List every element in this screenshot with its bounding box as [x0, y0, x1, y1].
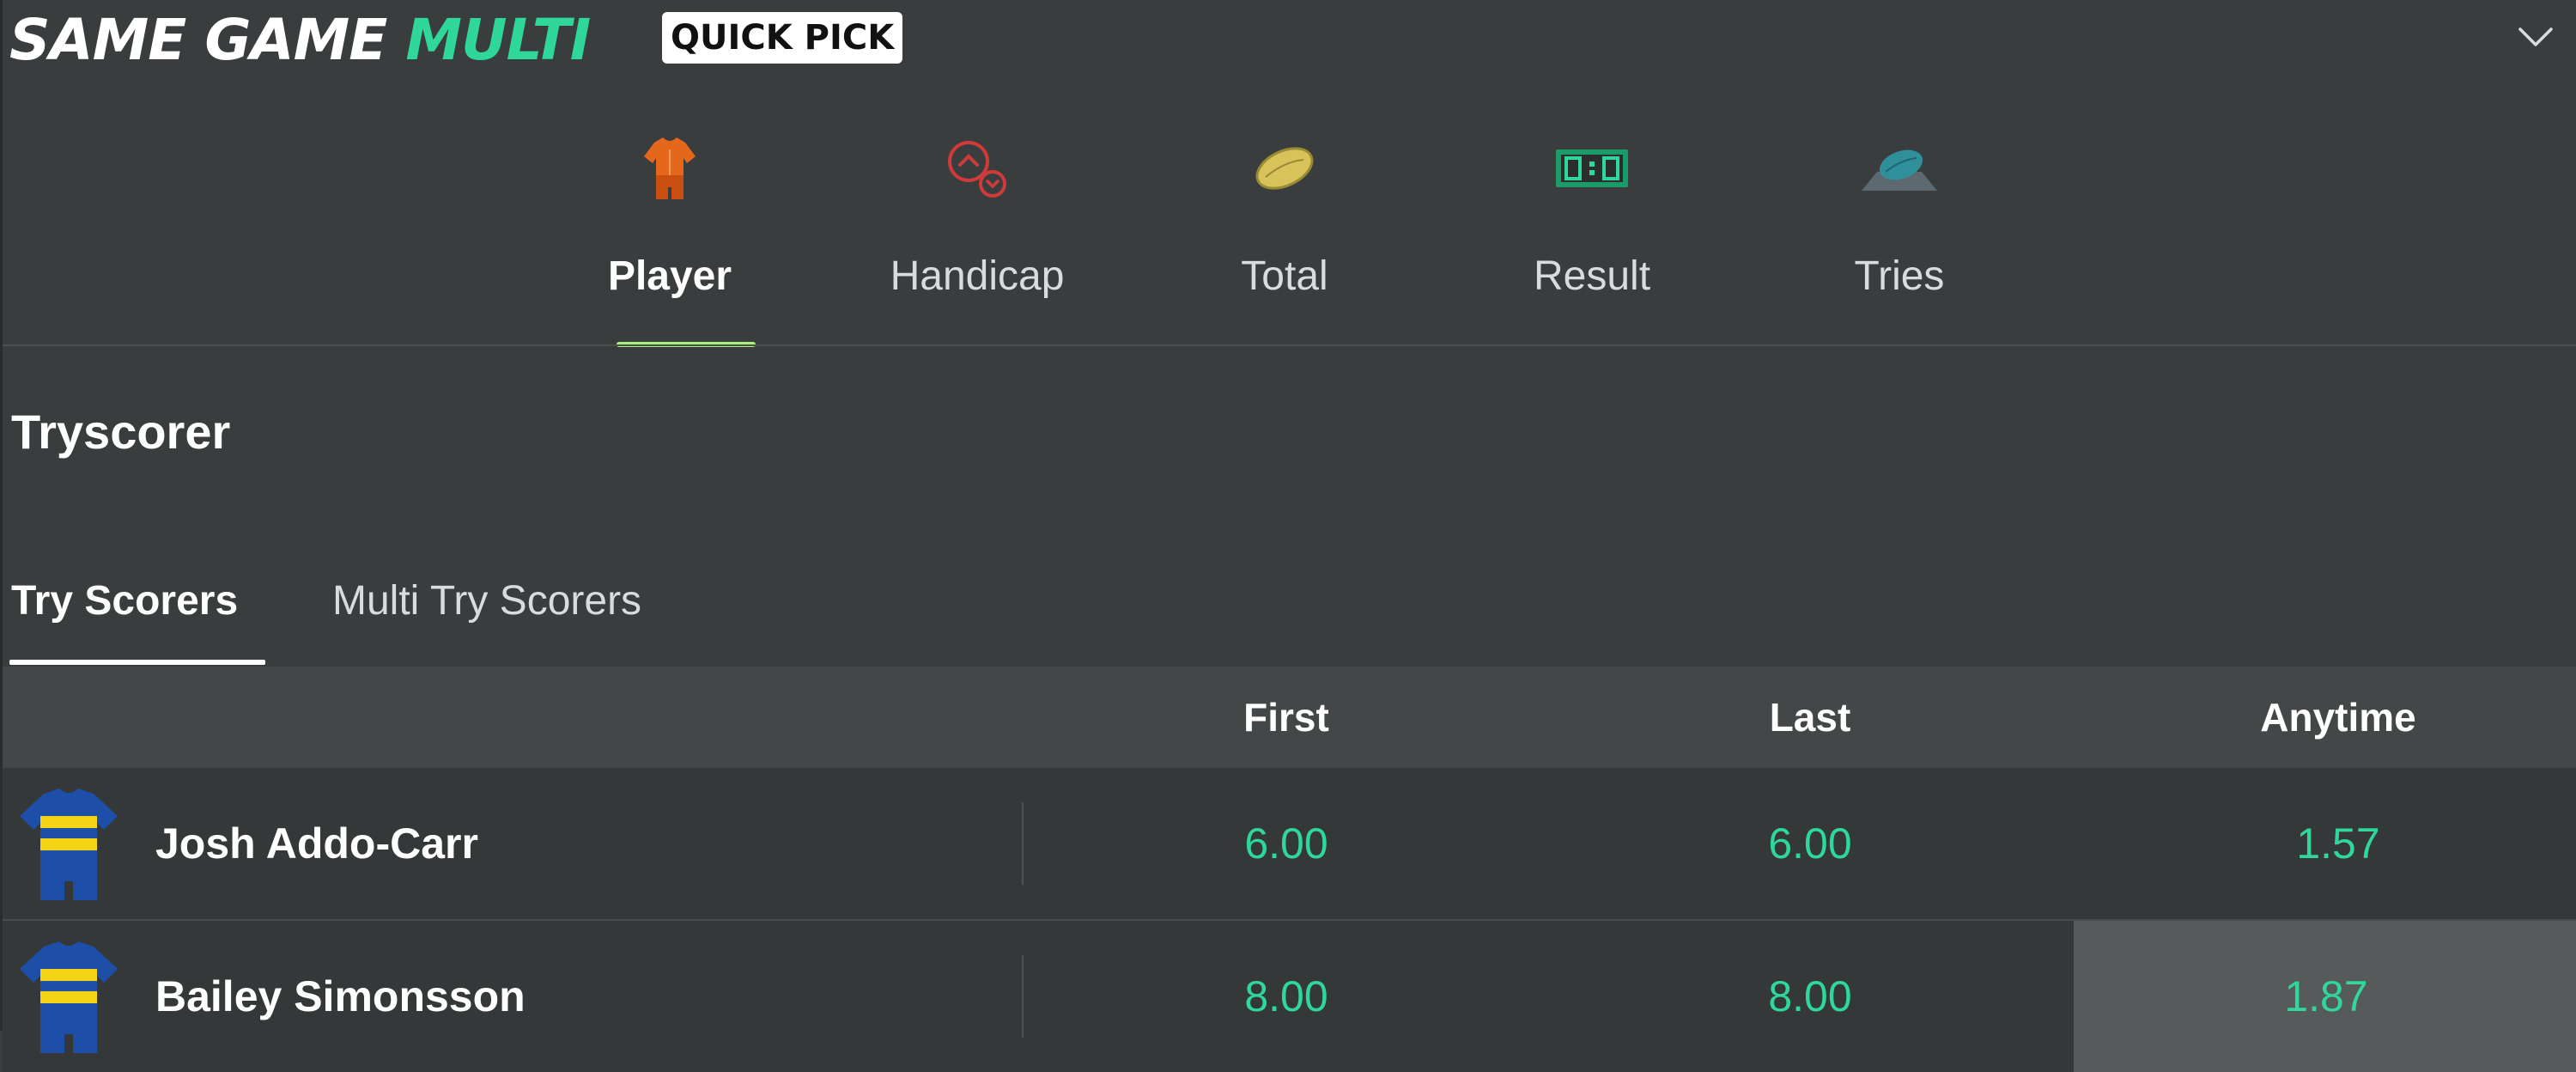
tab-total[interactable]: Total [1182, 103, 1388, 345]
column-anytime: Anytime [2260, 695, 2416, 740]
player-name: Josh Addo-Carr [155, 819, 478, 868]
tab-player[interactable]: Player [567, 103, 773, 347]
jersey-icon [644, 137, 696, 199]
odds-last-button[interactable]: 6.00 [1643, 768, 1978, 919]
sub-tab-try-scorers[interactable]: Try Scorers [11, 567, 238, 636]
tabs-divider [3, 344, 2576, 346]
tab-player-label: Player [607, 253, 732, 299]
table-row: Josh Addo-Carr 6.00 6.00 1.57 [3, 768, 2576, 919]
player-name: Bailey Simonsson [155, 972, 526, 1020]
scoreboard-icon [1556, 149, 1628, 187]
tab-result[interactable]: Result [1489, 103, 1695, 345]
sub-tab-multi-try-scorers[interactable]: Multi Try Scorers [332, 567, 641, 636]
panel-header: SAME GAME MULTI QUICK PICK [3, 0, 2576, 77]
odds-anytime-button[interactable]: 1.57 [2166, 768, 2510, 919]
brand-title-accent: MULTI [405, 7, 591, 73]
chevron-down-icon [2518, 27, 2553, 46]
team-jersey-icon [20, 941, 118, 1053]
row-divider [1022, 955, 1024, 1038]
odds-last-button[interactable]: 8.00 [1643, 921, 1978, 1072]
odds-first-button[interactable]: 6.00 [1119, 768, 1454, 919]
team-jersey-icon [20, 789, 118, 900]
brand-title-main: SAME GAME [9, 7, 387, 73]
table-row: Bailey Simonsson 8.00 8.00 1.87 [3, 921, 2576, 1072]
football-icon [1255, 147, 1314, 190]
tab-handicap-label: Handicap [890, 253, 1065, 299]
tab-tries-label: Tries [1854, 253, 1945, 299]
market-category-tabs: Player Handicap Total Result Tries [3, 103, 2576, 347]
tab-result-label: Result [1533, 253, 1651, 299]
tab-handicap[interactable]: Handicap [874, 103, 1080, 345]
brand-title: SAME GAME MULTI [9, 3, 591, 77]
active-sub-tab-indicator [9, 660, 265, 665]
quick-pick-button[interactable]: QUICK PICK [662, 12, 903, 64]
try-ball-icon [1862, 149, 1937, 191]
collapse-button[interactable] [2510, 12, 2561, 64]
column-last: Last [1769, 695, 1851, 740]
market-sub-tabs: Try Scorers Multi Try Scorers [3, 550, 2576, 667]
market-title: Tryscorer [11, 405, 231, 459]
row-divider [1022, 802, 1024, 885]
sgm-panel: SAME GAME MULTI QUICK PICK Player Handic… [0, 0, 2576, 1072]
handicap-icon [948, 141, 1006, 198]
column-first: First [1243, 695, 1329, 740]
tab-tries[interactable]: Tries [1796, 103, 2002, 345]
tab-total-label: Total [1241, 253, 1328, 299]
odds-table-header: First Last Anytime [3, 667, 2576, 768]
odds-first-button[interactable]: 8.00 [1119, 921, 1454, 1072]
odds-anytime-button-selected[interactable]: 1.87 [2074, 921, 2576, 1072]
